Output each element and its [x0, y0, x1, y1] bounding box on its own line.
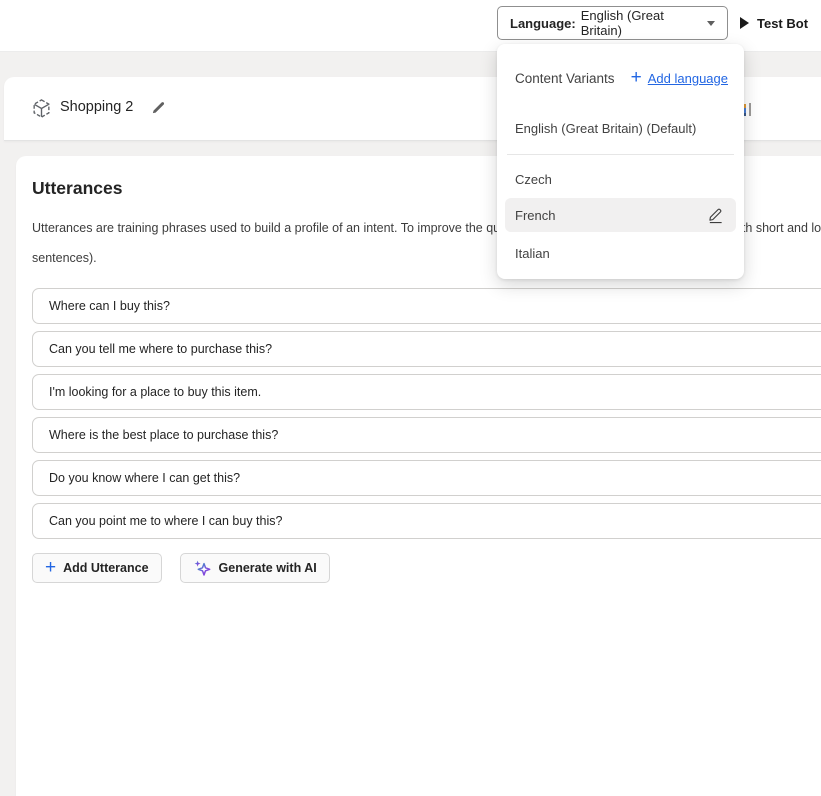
test-bot-label: Test Bot	[757, 16, 808, 31]
topic-title: Shopping 2	[60, 99, 133, 115]
clipped-ui-fragment	[743, 103, 755, 117]
utterance-input[interactable]: Where can I buy this?	[32, 288, 821, 324]
chevron-down-icon	[707, 21, 715, 26]
edit-language-icon[interactable]	[707, 206, 724, 224]
utterance-input[interactable]: I'm looking for a place to buy this item…	[32, 374, 821, 410]
generate-with-ai-button[interactable]: Generate with AI	[180, 553, 330, 583]
plus-icon: +	[631, 68, 642, 87]
add-utterance-label: Add Utterance	[63, 561, 148, 575]
language-menu-header: Content Variants + Add language	[515, 70, 728, 87]
topic-cube-icon	[31, 98, 52, 124]
test-bot-button[interactable]: Test Bot	[740, 8, 808, 38]
utterance-actions: + Add Utterance Generate with AI	[32, 553, 821, 583]
menu-divider	[507, 154, 734, 155]
language-selector-label: Language:	[510, 16, 576, 31]
language-selector-button[interactable]: Language: English (Great Britain)	[497, 6, 728, 40]
menu-item-italian[interactable]: Italian	[515, 239, 550, 267]
edit-topic-name-icon[interactable]	[151, 100, 166, 118]
menu-item-default-language[interactable]: English (Great Britain) (Default)	[515, 114, 696, 142]
plus-icon: +	[45, 558, 56, 577]
menu-item-french[interactable]: French	[505, 198, 736, 232]
language-selector-value: English (Great Britain)	[581, 8, 707, 38]
utterance-input[interactable]: Can you point me to where I can buy this…	[32, 503, 821, 539]
add-language-link[interactable]: + Add language	[631, 70, 728, 87]
content-variants-label: Content Variants	[515, 71, 615, 86]
utterance-list: Where can I buy this? Can you tell me wh…	[32, 288, 821, 539]
add-language-label: Add language	[648, 71, 728, 86]
utterance-input[interactable]: Can you tell me where to purchase this?	[32, 331, 821, 367]
utterance-input[interactable]: Do you know where I can get this?	[32, 460, 821, 496]
utterance-input[interactable]: Where is the best place to purchase this…	[32, 417, 821, 453]
menu-item-czech[interactable]: Czech	[515, 165, 552, 193]
generate-with-ai-label: Generate with AI	[219, 561, 317, 575]
language-menu: Content Variants + Add language English …	[497, 44, 744, 279]
add-utterance-button[interactable]: + Add Utterance	[32, 553, 162, 583]
menu-item-french-label: French	[515, 208, 555, 223]
sparkle-icon	[193, 559, 212, 578]
play-icon	[740, 17, 749, 29]
